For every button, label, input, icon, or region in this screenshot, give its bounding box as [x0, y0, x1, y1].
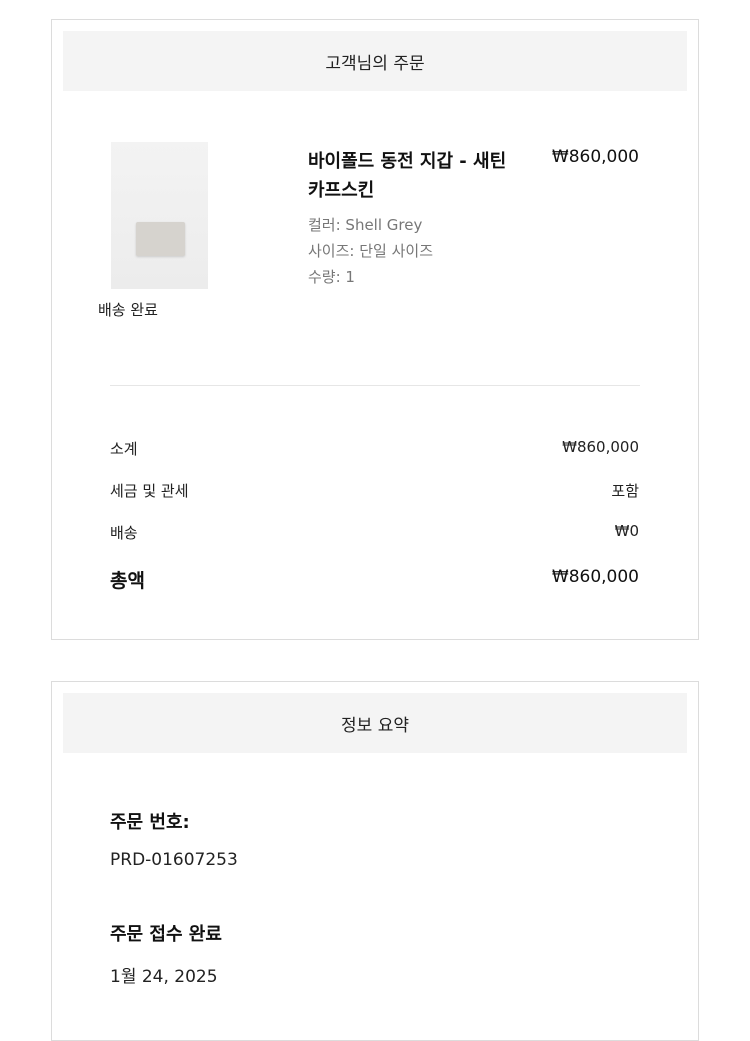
summary-divider — [110, 385, 640, 386]
subtotal-value: ₩860,000 — [562, 438, 639, 456]
total-label: 총액 — [110, 570, 145, 592]
order-date-label: 주문 접수 완료 — [110, 924, 222, 945]
shipping-status: 배송 완료 — [98, 301, 158, 319]
product-image[interactable] — [111, 142, 208, 289]
order-card-header: 고객님의 주문 — [63, 31, 687, 91]
product-color: 컬러: Shell Grey — [308, 216, 423, 234]
total-value: ₩860,000 — [551, 567, 639, 587]
info-card-header: 정보 요약 — [63, 693, 687, 753]
product-price: ₩860,000 — [551, 147, 639, 167]
info-card: 정보 요약 주문 번호: PRD-01607253 주문 접수 완료 1월 24… — [51, 681, 699, 1041]
product-name[interactable]: 바이폴드 동전 지갑 - 새틴 카프스킨 — [308, 147, 526, 205]
order-card: 고객님의 주문 배송 완료 바이폴드 동전 지갑 - 새틴 카프스킨 ₩860,… — [51, 19, 699, 640]
order-number-value: PRD-01607253 — [110, 850, 238, 870]
tax-label: 세금 및 관세 — [110, 482, 189, 500]
tax-value: 포함 — [611, 482, 639, 500]
shipping-value: ₩0 — [614, 522, 639, 540]
subtotal-label: 소계 — [110, 440, 138, 458]
product-size: 사이즈: 단일 사이즈 — [308, 242, 433, 260]
order-number-label: 주문 번호: — [110, 812, 190, 833]
order-date-value: 1월 24, 2025 — [110, 967, 218, 987]
wallet-icon — [136, 222, 185, 256]
product-quantity: 수량: 1 — [308, 268, 355, 286]
shipping-label: 배송 — [110, 524, 138, 542]
